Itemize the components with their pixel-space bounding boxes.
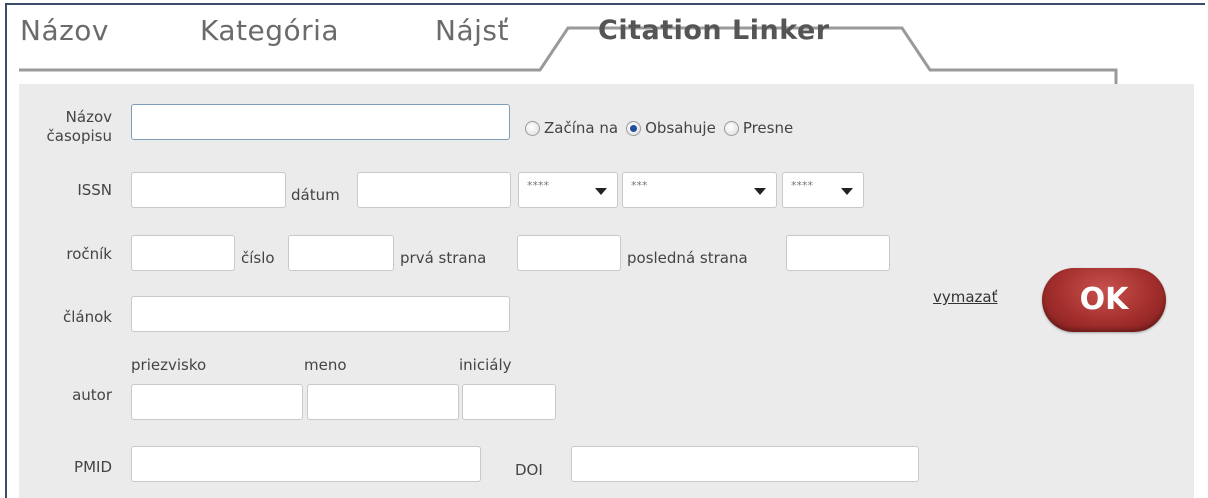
start-page-input[interactable]	[517, 235, 621, 271]
pmid-label: PMID	[74, 458, 112, 476]
radio-exact[interactable]	[723, 120, 739, 136]
ok-button[interactable]: OK	[1042, 268, 1166, 332]
radio-contains[interactable]	[626, 120, 642, 136]
doi-input[interactable]	[571, 446, 919, 482]
author-surname-input[interactable]	[131, 384, 303, 420]
author-firstname-input[interactable]	[307, 384, 459, 420]
radio-contains-label: Obsahuje	[645, 119, 716, 137]
issue-label: číslo	[241, 249, 275, 267]
tab-citation-linker[interactable]: Citation Linker	[598, 15, 830, 46]
issn-label: ISSN	[77, 181, 112, 199]
clear-link[interactable]: vymazať	[933, 288, 998, 306]
chevron-down-icon	[841, 188, 853, 195]
date-input[interactable]	[357, 172, 511, 208]
chevron-down-icon	[754, 188, 766, 195]
radio-option-exact[interactable]: Presne	[723, 119, 794, 137]
author-initials-input[interactable]	[462, 384, 556, 420]
chevron-down-icon	[595, 188, 607, 195]
initials-label: iniciály	[459, 356, 512, 374]
match-type-group: Začína na Obsahuje Presne	[525, 119, 801, 137]
end-page-label: posledná strana	[627, 249, 748, 267]
issn-input[interactable]	[131, 172, 286, 208]
date-select-month-value: ***	[631, 179, 648, 192]
volume-label: ročník	[66, 245, 112, 263]
surname-label: priezvisko	[131, 356, 207, 374]
date-select-month[interactable]: ***	[622, 172, 777, 208]
author-label: autor	[72, 386, 112, 404]
end-page-input[interactable]	[786, 235, 890, 271]
article-label: článok	[63, 308, 112, 326]
date-label: dátum	[291, 186, 340, 204]
journal-title-input[interactable]	[131, 104, 510, 140]
radio-exact-label: Presne	[742, 119, 794, 137]
form-panel	[19, 84, 1194, 498]
volume-input[interactable]	[131, 235, 235, 271]
radio-starts-with-label: Začína na	[544, 119, 619, 137]
firstname-label: meno	[304, 356, 347, 374]
journal-title-label-line2: časopisu	[46, 127, 112, 145]
issue-input[interactable]	[288, 235, 394, 271]
doi-label: DOI	[515, 461, 543, 479]
date-select-year-value: ****	[527, 179, 549, 192]
radio-option-starts-with[interactable]: Začína na	[525, 119, 618, 137]
date-select-year[interactable]: ****	[518, 172, 618, 208]
radio-starts-with[interactable]	[525, 120, 540, 136]
start-page-label: prvá strana	[400, 249, 487, 267]
date-select-day-value: ****	[791, 179, 813, 192]
article-input[interactable]	[131, 296, 510, 332]
date-select-day[interactable]: ****	[782, 172, 864, 208]
pmid-input[interactable]	[131, 446, 481, 482]
radio-option-contains[interactable]: Obsahuje	[626, 119, 716, 137]
journal-title-label-line1: Názov	[65, 108, 112, 126]
